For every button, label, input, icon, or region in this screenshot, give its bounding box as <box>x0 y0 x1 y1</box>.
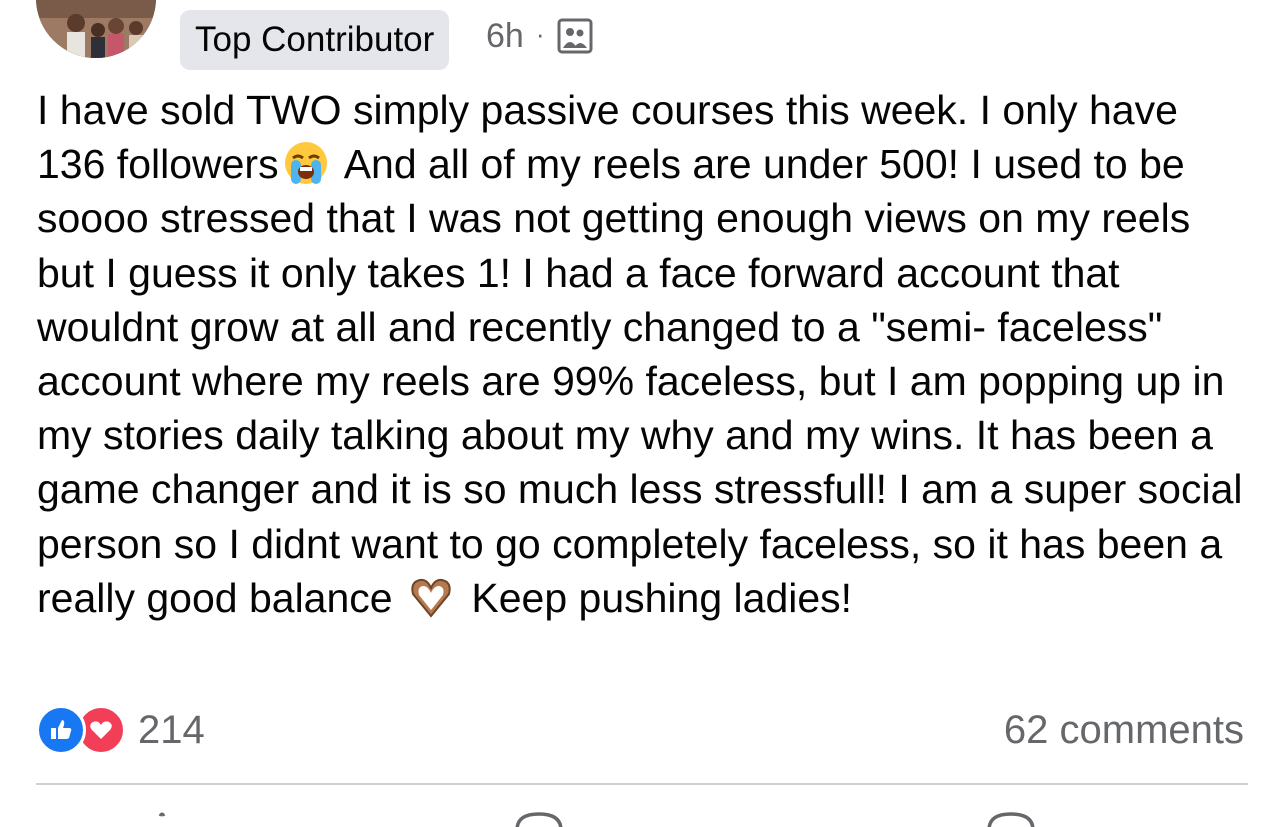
like-action-icon[interactable] <box>146 810 186 827</box>
group-audience-icon <box>557 18 593 54</box>
heart-hands-icon <box>408 574 454 620</box>
post-text-part-2: And all of my reels are under 500! I use… <box>37 141 1243 621</box>
loudly-crying-face-icon <box>283 140 329 186</box>
post-body: I have sold TWO simply passive courses t… <box>37 83 1257 625</box>
post-meta: 6h · <box>486 14 593 58</box>
reaction-count: 214 <box>138 708 205 752</box>
share-action-icon[interactable] <box>986 810 1036 827</box>
post-header: Top Contributor 6h · <box>0 0 1284 80</box>
comment-action-icon[interactable] <box>514 810 564 827</box>
like-icon <box>36 705 86 755</box>
meta-separator: · <box>535 19 545 49</box>
top-contributor-badge[interactable]: Top Contributor <box>180 10 450 70</box>
comments-count-link[interactable]: 62 comments <box>1004 704 1244 756</box>
actions-divider <box>36 783 1248 785</box>
reactions-summary[interactable]: 214 <box>36 704 205 756</box>
post-text-part-3: Keep pushing ladies! <box>459 574 853 621</box>
author-avatar[interactable] <box>36 0 156 58</box>
post-timestamp[interactable]: 6h <box>486 14 524 58</box>
post-action-bar <box>36 790 1248 827</box>
